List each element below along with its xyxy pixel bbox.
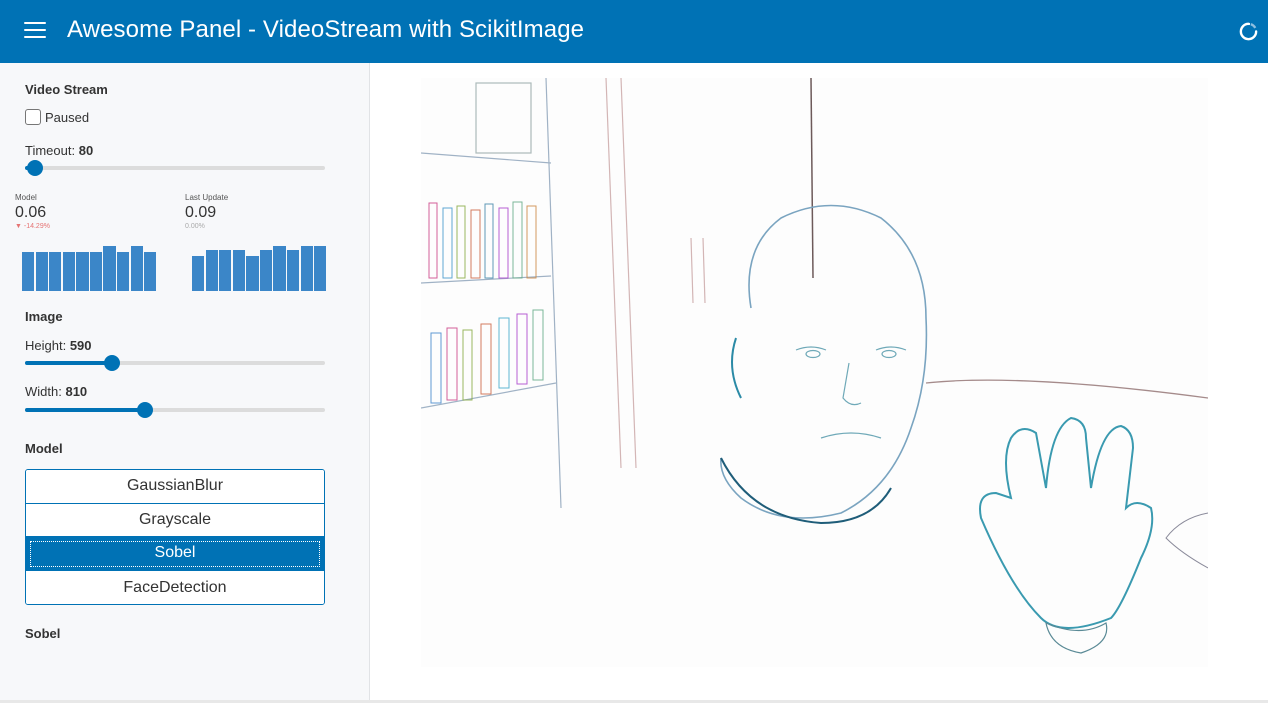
last-update-sparkline-bar: [314, 245, 327, 291]
hamburger-menu-icon[interactable]: [24, 22, 46, 40]
last-update-sparkline-bar: [273, 245, 286, 291]
height-value: 590: [69, 338, 92, 353]
timeout-slider-label: Timeout: 80: [25, 143, 93, 158]
model-sparkline-bar: [89, 252, 103, 291]
model-sparkline: [22, 243, 158, 291]
last-update-sparkline-bar: [219, 250, 232, 291]
sidebar: Video Stream Paused Timeout: 80 Model 0.…: [0, 63, 370, 700]
last-update-sparkline-bar: [205, 250, 218, 291]
checkbox-box[interactable]: [25, 109, 41, 125]
model-sparkline-bar: [35, 252, 48, 291]
timeout-label-text: Timeout:: [25, 143, 76, 158]
model-option-facedetection[interactable]: FaceDetection: [26, 570, 324, 605]
timeout-slider-handle[interactable]: [27, 160, 43, 176]
height-slider-handle[interactable]: [104, 355, 120, 371]
sobel-edge-image: [421, 78, 1208, 667]
last-update-sparkline-bar: [259, 250, 273, 291]
busy-indicator-icon: [1239, 22, 1258, 41]
model-sparkline-bar: [103, 245, 116, 291]
height-slider-label: Height: 590: [25, 338, 92, 353]
model-stat-value: 0.06: [15, 204, 47, 221]
model-sparkline-bar: [130, 245, 143, 291]
last-update-stat-value: 0.09: [185, 204, 217, 221]
image-heading: Image: [25, 309, 63, 324]
model-sparkline-bar: [62, 252, 75, 291]
model-stat-label: Model: [15, 193, 37, 202]
video-stream-heading: Video Stream: [25, 82, 108, 97]
timeout-value: 80: [78, 143, 94, 158]
main-area: [370, 63, 1268, 700]
model-sparkline-bar: [117, 252, 130, 291]
model-option-sobel[interactable]: Sobel: [26, 537, 324, 571]
model-sparkline-bar: [144, 252, 157, 291]
model-sparkline-bar: [49, 252, 62, 291]
app-header: Awesome Panel - VideoStream with ScikitI…: [0, 0, 1268, 63]
model-option-gaussianblur[interactable]: GaussianBlur: [26, 470, 324, 504]
width-label-text: Width:: [25, 384, 62, 399]
app-title: Awesome Panel - VideoStream with ScikitI…: [67, 16, 585, 43]
last-update-stat-delta: 0.00%: [185, 223, 205, 230]
last-update-stat: Last Update 0.09 0.00%: [185, 193, 228, 230]
video-stream-image: [421, 78, 1208, 667]
last-update-sparkline-bar: [287, 250, 300, 291]
last-update-sparkline-bar: [232, 250, 245, 291]
model-sparkline-bar: [22, 252, 35, 291]
last-update-sparkline-bar: [246, 255, 259, 291]
model-heading: Model: [25, 441, 63, 456]
model-stat: Model 0.06 ▼ -14.29%: [15, 193, 50, 230]
timeout-slider[interactable]: [25, 160, 325, 176]
height-slider[interactable]: [25, 355, 325, 371]
height-label-text: Height:: [25, 338, 67, 353]
last-update-sparkline-bar: [300, 245, 313, 291]
width-slider-handle[interactable]: [137, 402, 153, 418]
last-update-sparkline: [192, 243, 328, 291]
paused-label: Paused: [45, 109, 90, 125]
model-radio-button-group: GaussianBlur Grayscale Sobel FaceDetecti…: [25, 469, 325, 606]
last-update-sparkline-bar: [192, 255, 205, 291]
model-sparkline-bar: [76, 252, 89, 291]
width-value: 810: [65, 384, 88, 399]
model-stat-delta: ▼ -14.29%: [15, 223, 50, 230]
width-slider[interactable]: [25, 402, 325, 418]
width-slider-label: Width: 810: [25, 384, 87, 399]
selected-model-heading: Sobel: [25, 626, 61, 641]
paused-checkbox[interactable]: Paused: [25, 109, 89, 125]
last-update-stat-label: Last Update: [185, 193, 229, 202]
model-option-grayscale[interactable]: Grayscale: [26, 503, 324, 538]
